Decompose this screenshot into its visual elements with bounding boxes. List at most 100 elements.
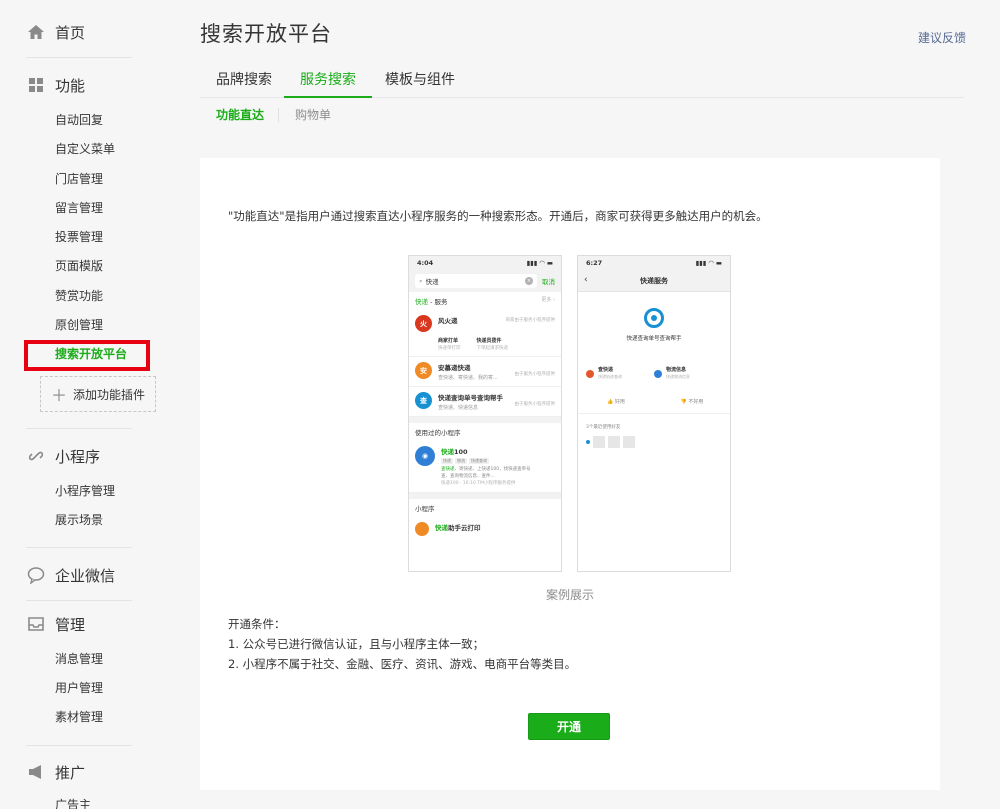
cell-label: 物流信息 bbox=[666, 367, 687, 373]
app-name: 安慕递快递 bbox=[438, 364, 471, 372]
sidebar-section-work-wechat[interactable]: 企业微信 bbox=[26, 563, 115, 587]
sidebar-section-label: 企业微信 bbox=[55, 566, 116, 585]
app-logo-icon: 火 bbox=[415, 315, 432, 332]
app-keyword: 快递 bbox=[435, 524, 448, 532]
app-sub: 查快递、寄快递、我的寄... bbox=[438, 375, 498, 381]
sidebar-section-label: 管理 bbox=[55, 615, 86, 634]
avatar bbox=[586, 440, 590, 444]
sidebar-item-auto-reply[interactable]: 自动回复 bbox=[55, 112, 103, 128]
cancel-label: 取消 bbox=[542, 278, 555, 286]
sidebar-section-manage[interactable]: 管理 bbox=[26, 612, 85, 636]
service-logo-icon bbox=[644, 308, 664, 328]
service-app-name: 快递查询单号查询帮手 bbox=[626, 336, 682, 342]
service-cell-icon bbox=[586, 369, 594, 378]
sidebar-item-miniprogram-manage[interactable]: 小程序管理 bbox=[55, 483, 115, 499]
grid-sub: 下单起请求快递 bbox=[476, 346, 509, 351]
sidebar-item-users[interactable]: 用户管理 bbox=[55, 680, 103, 696]
list-item: 火 风火递 商家由于服务小程序提供 商家打单 快递单打印 快递员揽件 下单起请求快递 bbox=[409, 310, 561, 357]
desc-foot: 快递100 · 16:10 TM小程序服务提供 bbox=[441, 481, 516, 486]
plus-icon: ＋ bbox=[50, 386, 67, 405]
sidebar-item-display-scene[interactable]: 展示场景 bbox=[55, 512, 103, 528]
list-item: 安 安慕递快递 查快递、寄快递、我的寄... 由于服务小程序提供 bbox=[409, 357, 561, 387]
like-label: 👍 好用 bbox=[607, 399, 625, 405]
app-name: 快递查询单号查询帮手 bbox=[438, 394, 503, 402]
sidebar-section-label: 推广 bbox=[55, 763, 86, 782]
divider bbox=[278, 108, 279, 122]
sidebar-section-functions[interactable]: 功能 bbox=[26, 73, 85, 97]
search-row: ⌕ 快递 × 取消 bbox=[409, 270, 561, 292]
list-item: ◉ 快递100 快递 物流 快递查询 查快递、寄快递、上快递100，找快递查单号… bbox=[409, 441, 561, 493]
section-title: - 服务 bbox=[428, 298, 448, 306]
tab-service-search[interactable]: 服务搜索 bbox=[284, 64, 372, 98]
phone-mockup-search-results: 4:04 ▮▮▮ ◠ ▬ ⌕ 快递 × 取消 快递 - 服务 更多 › 火 风火… bbox=[408, 255, 562, 572]
status-bar: 6:27 ▮▮▮ ◠ ▬ bbox=[578, 256, 730, 270]
grid-label: 商家打单 bbox=[438, 338, 459, 344]
tab-brand-search[interactable]: 品牌搜索 bbox=[200, 64, 288, 98]
app-name: 风火递 bbox=[438, 317, 458, 325]
cell-sub: 快递轨迹查询 bbox=[598, 374, 622, 379]
sidebar-section-promotion[interactable]: 推广 bbox=[26, 760, 85, 784]
nav-title: 快递服务 bbox=[640, 276, 668, 285]
divider bbox=[26, 600, 132, 601]
subtab-shopping-list[interactable]: 购物单 bbox=[295, 106, 331, 123]
avatar bbox=[608, 436, 620, 448]
sidebar-item-original[interactable]: 原创管理 bbox=[55, 317, 103, 333]
desc-line: 、寄快递、上快递100，找快递查单号 bbox=[454, 467, 531, 472]
sidebar-item-page-template[interactable]: 页面模版 bbox=[55, 258, 103, 274]
tag: 物流 bbox=[455, 458, 467, 464]
section-keyword: 快递 bbox=[415, 298, 428, 306]
avatar bbox=[593, 436, 605, 448]
cell-label: 查快递 bbox=[598, 367, 614, 373]
tab-bar: 品牌搜索 服务搜索 模板与组件 bbox=[200, 64, 964, 98]
open-button[interactable]: 开通 bbox=[528, 713, 610, 740]
recent-friends-avatars bbox=[578, 430, 730, 454]
tab-templates[interactable]: 模板与组件 bbox=[369, 64, 471, 98]
status-bar: 4:04 ▮▮▮ ◠ ▬ bbox=[409, 256, 561, 270]
add-plugin-button[interactable]: ＋ 添加功能插件 bbox=[40, 376, 156, 412]
app-name: 助手云打印 bbox=[448, 524, 481, 532]
divider bbox=[26, 745, 132, 746]
sidebar-item-advertiser[interactable]: 广告主 bbox=[55, 797, 91, 809]
sidebar-section-home[interactable]: 首页 bbox=[26, 20, 85, 44]
grid-icon bbox=[26, 75, 46, 95]
feedback-link[interactable]: 建议反馈 bbox=[918, 29, 966, 46]
signal-icon: ▮▮▮ ◠ ▬ bbox=[526, 259, 553, 267]
sidebar-item-materials[interactable]: 素材管理 bbox=[55, 709, 103, 725]
phone-mockup-service-page: 6:27 ▮▮▮ ◠ ▬ ‹ 快递服务 快递查询单号查询帮手 查快递 快递轨迹查询… bbox=[577, 255, 731, 572]
sidebar-section-label: 小程序 bbox=[55, 447, 101, 466]
service-section-header: 快递 - 服务 更多 › bbox=[409, 292, 561, 310]
status-time: 6:27 bbox=[586, 259, 603, 267]
sidebar-item-custom-menu[interactable]: 自定义菜单 bbox=[55, 141, 115, 157]
search-box: ⌕ 快递 × bbox=[415, 274, 537, 288]
sidebar-item-store[interactable]: 门店管理 bbox=[55, 171, 103, 187]
chat-bubble-icon bbox=[26, 565, 46, 585]
app-keyword: 快递 bbox=[441, 448, 454, 456]
highlight-box bbox=[24, 340, 150, 371]
sidebar-section-miniprogram[interactable]: 小程序 bbox=[26, 444, 100, 468]
miniprogram-section-header: 小程序 bbox=[415, 505, 435, 513]
dislike-label: 👎 不好用 bbox=[680, 399, 704, 405]
more-link: 更多 › bbox=[541, 297, 555, 303]
subtab-direct-function[interactable]: 功能直达 bbox=[216, 106, 264, 123]
sidebar-item-reward[interactable]: 赞赏功能 bbox=[55, 288, 103, 304]
desc-line: 查、查询物流信息、查件... bbox=[441, 474, 495, 479]
sidebar-section-label: 功能 bbox=[55, 76, 86, 95]
app-desc: 查快递、寄快递、上快递100，找快递查单号 查、查询物流信息、查件... 快递1… bbox=[441, 466, 531, 487]
divider bbox=[26, 547, 132, 548]
divider bbox=[26, 428, 132, 429]
desc-keyword: 查快递 bbox=[441, 467, 455, 472]
sidebar-item-vote[interactable]: 投票管理 bbox=[55, 229, 103, 245]
nav-bar: ‹ 快递服务 bbox=[578, 270, 730, 292]
app-logo-icon: 安 bbox=[415, 362, 432, 379]
sidebar-item-messages[interactable]: 消息管理 bbox=[55, 651, 103, 667]
conditions-title: 开通条件： bbox=[228, 617, 286, 631]
sidebar-section-label: 首页 bbox=[55, 23, 86, 42]
service-cell: 查快递 快递轨迹查询 bbox=[586, 366, 654, 380]
signal-icon: ▮▮▮ ◠ ▬ bbox=[695, 259, 722, 267]
grid-sub: 快递单打印 bbox=[438, 346, 461, 351]
service-grid: 商家打单 快递单打印 快递员揽件 下单起请求快递 bbox=[438, 337, 555, 351]
sidebar-item-comments[interactable]: 留言管理 bbox=[55, 200, 103, 216]
tag-list: 快递 物流 快递查询 bbox=[441, 458, 531, 464]
inbox-icon bbox=[26, 614, 46, 634]
condition-item: 1. 公众号已进行微信认证，且与小程序主体一致； bbox=[228, 637, 485, 651]
